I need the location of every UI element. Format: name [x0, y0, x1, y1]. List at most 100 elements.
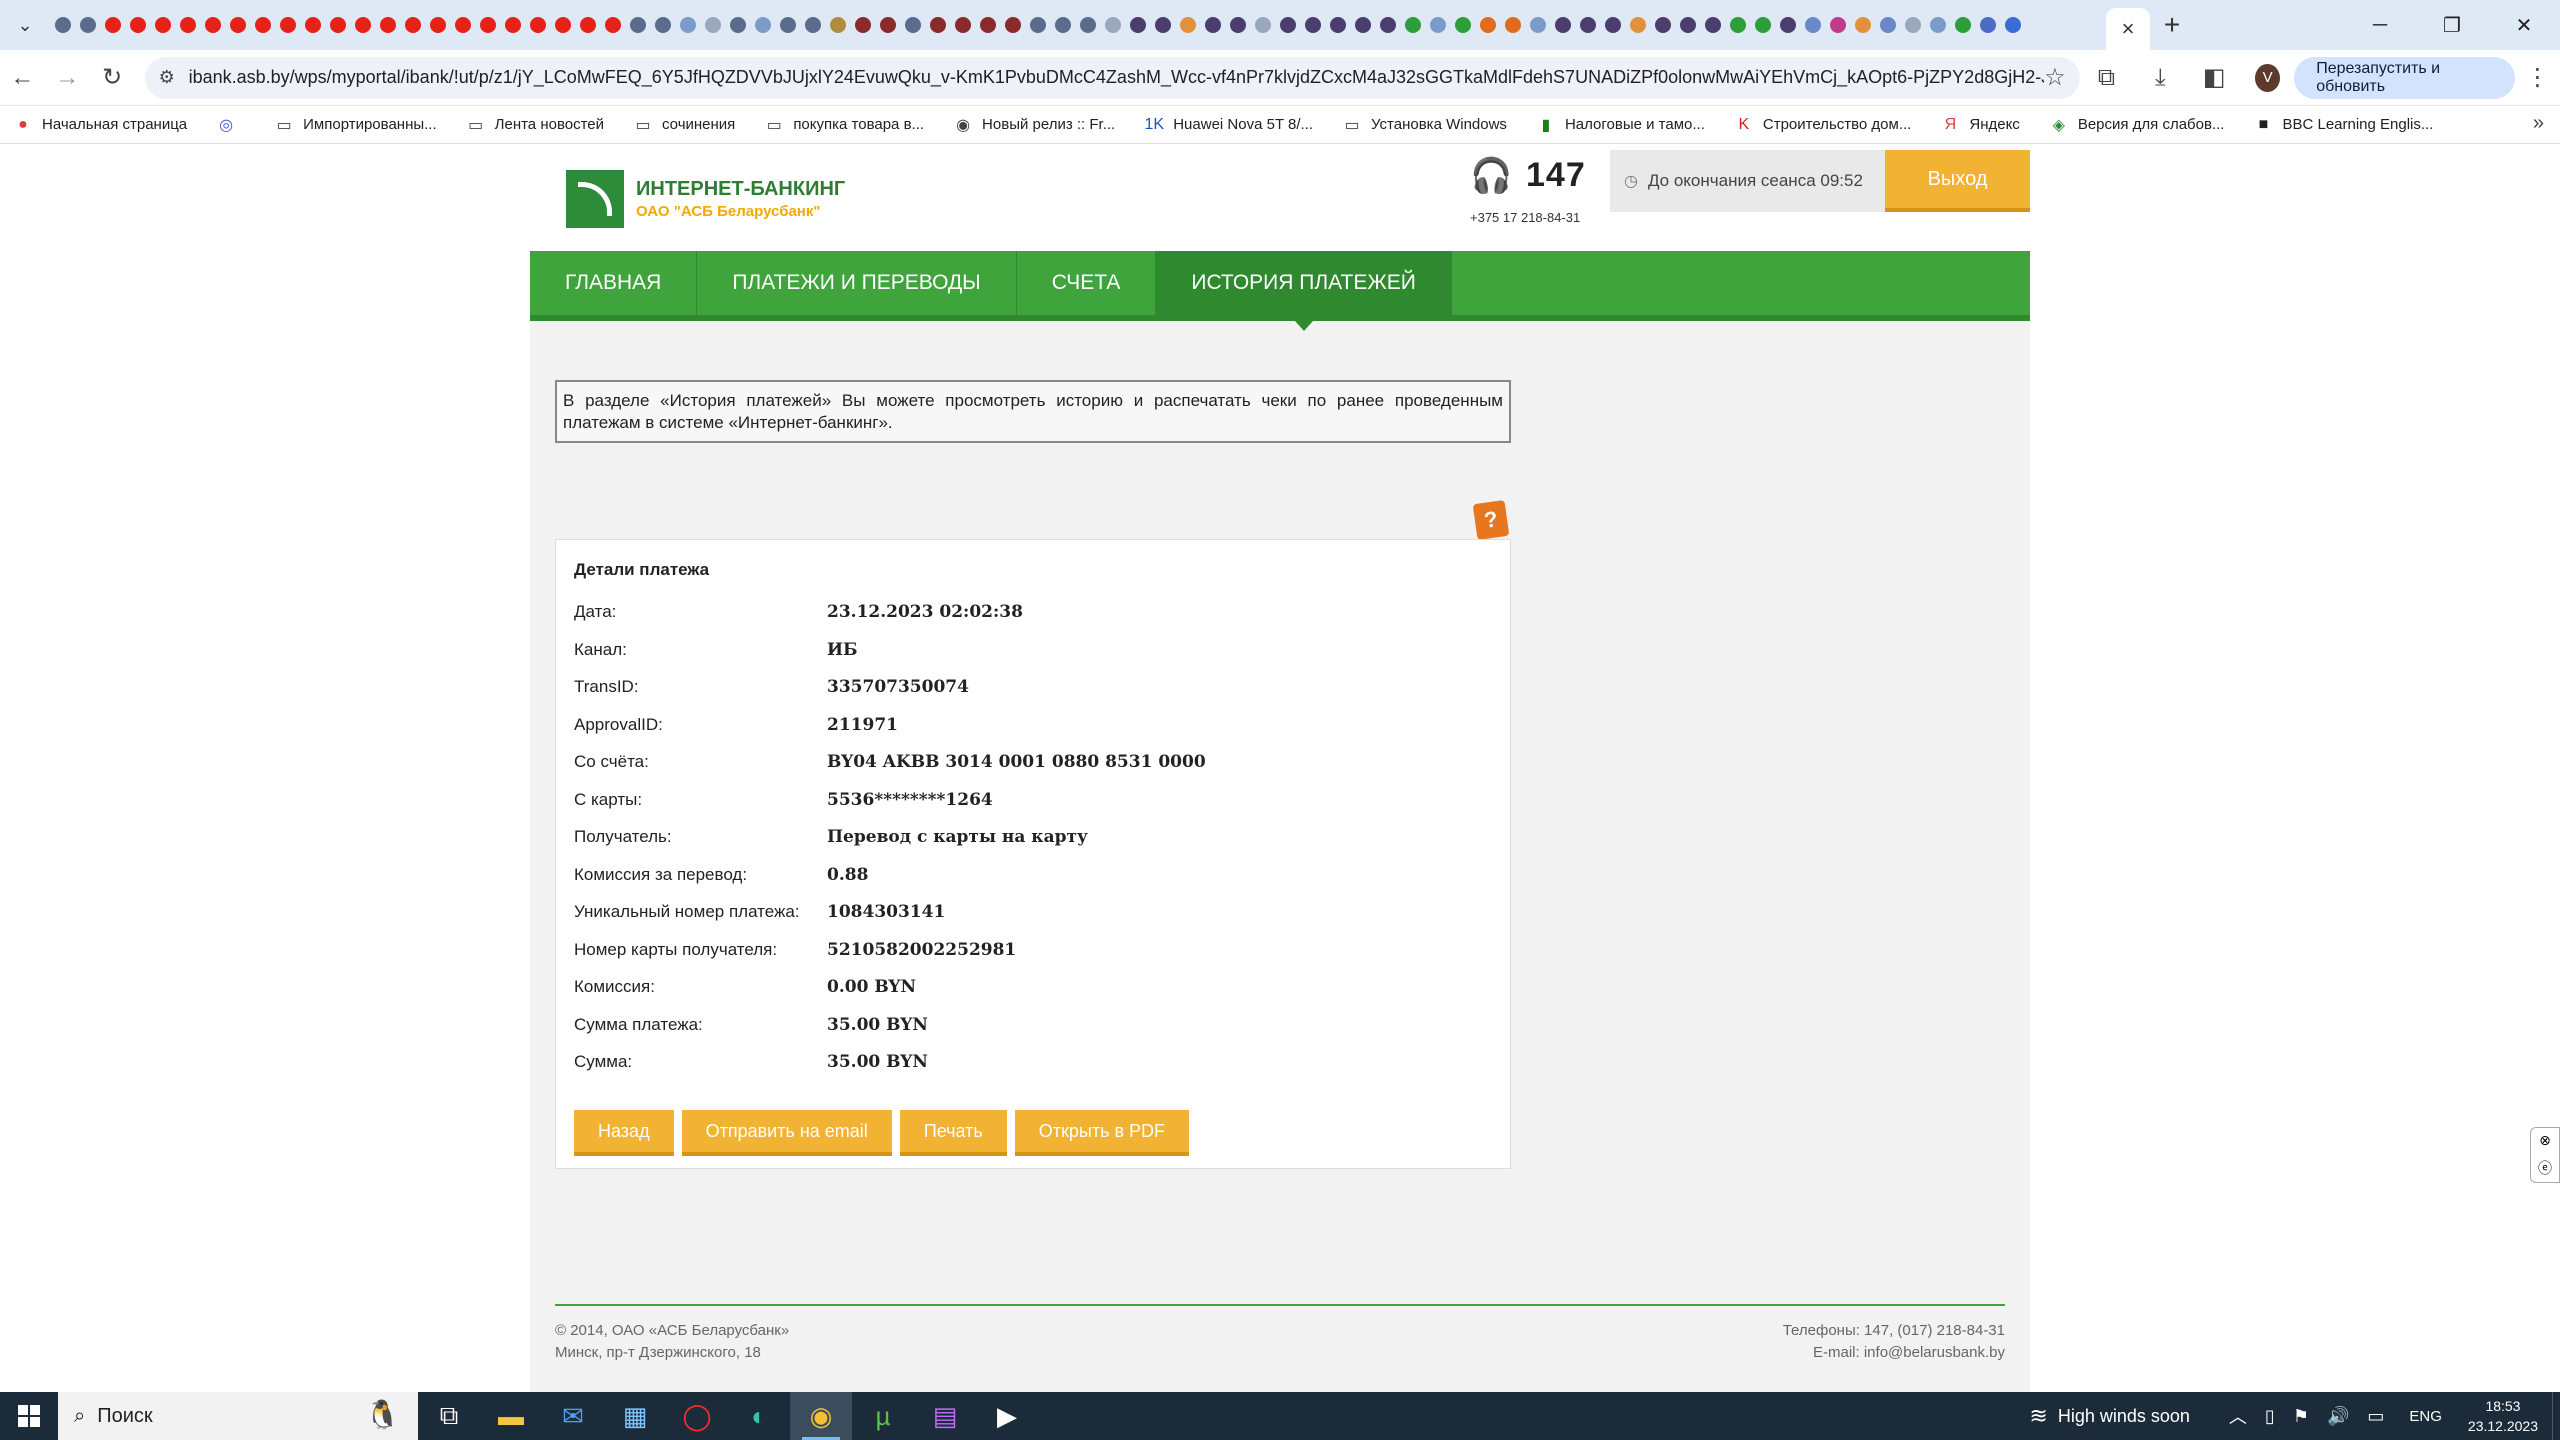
pinned-tab[interactable]	[550, 0, 575, 50]
utorrent-icon[interactable]: µ	[852, 1392, 914, 1440]
more-bookmarks-icon[interactable]: »	[2533, 112, 2544, 135]
pinned-tab[interactable]	[1550, 0, 1575, 50]
pinned-tab[interactable]	[1875, 0, 1900, 50]
pinned-tab[interactable]	[750, 0, 775, 50]
pinned-tab[interactable]	[700, 0, 725, 50]
pinned-tab[interactable]	[1225, 0, 1250, 50]
pinned-tab[interactable]	[1675, 0, 1700, 50]
bookmark-star-icon[interactable]: ☆	[2044, 63, 2066, 92]
mail-icon[interactable]: ✉	[542, 1392, 604, 1440]
bookmark-item[interactable]: ● Начальная страница	[14, 116, 187, 134]
pinned-tab[interactable]	[325, 0, 350, 50]
bookmark-item[interactable]: ▭ покупка товара в...	[765, 116, 924, 134]
tray-chevron-icon[interactable]: ︿	[2229, 1403, 2247, 1429]
back-icon[interactable]: ←	[0, 53, 45, 103]
store-icon[interactable]: ▦	[604, 1392, 666, 1440]
flag-icon[interactable]: ⚑	[2293, 1406, 2309, 1427]
send-email-button[interactable]: Отправить на email	[681, 1110, 892, 1156]
bookmark-item[interactable]: ▭ Лента новостей	[467, 116, 604, 134]
pinned-tab[interactable]	[800, 0, 825, 50]
weather-widget[interactable]: ≋ High winds soon	[2029, 1403, 2190, 1429]
bookmark-item[interactable]: Я Яндекс	[1941, 116, 2020, 134]
footer-email[interactable]: E-mail: info@belarusbank.by	[1783, 1342, 2005, 1364]
pinned-tab[interactable]	[1950, 0, 1975, 50]
pinned-tab[interactable]	[175, 0, 200, 50]
browser-menu-icon[interactable]: ⋮	[2515, 63, 2560, 92]
nav-item-0[interactable]: ГЛАВНАЯ	[530, 251, 698, 315]
language-indicator[interactable]: ENG	[2409, 1408, 2442, 1425]
minimize-icon[interactable]: ─	[2344, 0, 2416, 50]
close-tab-icon[interactable]: ×	[2122, 16, 2135, 42]
restore-icon[interactable]: ❐	[2416, 0, 2488, 50]
chrome-icon[interactable]: ◉	[790, 1392, 852, 1440]
pinned-tab[interactable]	[450, 0, 475, 50]
pinned-tab[interactable]	[150, 0, 175, 50]
bookmark-item[interactable]: ▮ Налоговые и тамо...	[1537, 116, 1705, 134]
relaunch-update-button[interactable]: Перезапустить и обновить	[2294, 56, 2516, 99]
opera-icon[interactable]: ◯	[666, 1392, 728, 1440]
pinned-tab[interactable]	[1125, 0, 1150, 50]
pinned-tab[interactable]	[75, 0, 100, 50]
pinned-tab[interactable]	[1250, 0, 1275, 50]
pinned-tab[interactable]	[825, 0, 850, 50]
pinned-tab[interactable]	[1100, 0, 1125, 50]
pinned-tab[interactable]	[300, 0, 325, 50]
pinned-tab[interactable]	[625, 0, 650, 50]
pinned-tab[interactable]	[250, 0, 275, 50]
open-pdf-button[interactable]: Открыть в PDF	[1014, 1110, 1190, 1156]
pinned-tab[interactable]	[1450, 0, 1475, 50]
pinned-tab[interactable]	[1850, 0, 1875, 50]
bookmark-item[interactable]: ◎	[217, 116, 245, 134]
pinned-tab[interactable]	[100, 0, 125, 50]
pinned-tab[interactable]	[500, 0, 525, 50]
pinned-tab[interactable]	[1925, 0, 1950, 50]
pinned-tab[interactable]	[475, 0, 500, 50]
pinned-tab[interactable]	[950, 0, 975, 50]
pinned-tab[interactable]	[125, 0, 150, 50]
close-circle-icon[interactable]: ⊗	[2539, 1132, 2551, 1149]
pinned-tab[interactable]	[875, 0, 900, 50]
pinned-tab[interactable]	[1400, 0, 1425, 50]
pinned-tab[interactable]	[1350, 0, 1375, 50]
pinned-tab[interactable]	[2000, 0, 2025, 50]
bank-logo[interactable]: ИНТЕРНЕТ-БАНКИНГ ОАО "АСБ Беларусбанк"	[566, 170, 845, 228]
pinned-tab[interactable]	[1625, 0, 1650, 50]
pinned-tab[interactable]	[1800, 0, 1825, 50]
taskbar-search[interactable]: ⌕ Поиск 🐧	[58, 1392, 418, 1440]
back-button[interactable]: Назад	[574, 1110, 674, 1156]
pinned-tab[interactable]	[975, 0, 1000, 50]
bookmark-item[interactable]: ▭ Установка Windows	[1343, 116, 1506, 134]
nav-item-3[interactable]: ИСТОРИЯ ПЛАТЕЖЕЙ	[1156, 251, 1452, 331]
address-bar[interactable]: ⚙ ibank.asb.by/wps/myportal/ibank/!ut/p/…	[144, 56, 2080, 99]
task-view-icon[interactable]: ⧉	[418, 1392, 480, 1440]
bookmark-item[interactable]: 1K Huawei Nova 5T 8/...	[1144, 116, 1313, 134]
pinned-tab[interactable]	[1300, 0, 1325, 50]
forward-icon[interactable]: →	[45, 53, 90, 103]
print-button[interactable]: Печать	[899, 1110, 1007, 1156]
edge-icon[interactable]: ◐	[728, 1392, 790, 1440]
pinned-tab[interactable]	[1700, 0, 1725, 50]
pinned-tab[interactable]	[1025, 0, 1050, 50]
pinned-tab[interactable]	[1575, 0, 1600, 50]
pinned-tab[interactable]	[725, 0, 750, 50]
new-tab-button[interactable]: +	[2150, 9, 2194, 41]
pinned-tab[interactable]	[425, 0, 450, 50]
pinned-tab[interactable]	[1275, 0, 1300, 50]
pinned-tab[interactable]	[1475, 0, 1500, 50]
pinned-tab[interactable]	[1500, 0, 1525, 50]
pinned-tab[interactable]	[775, 0, 800, 50]
download-icon[interactable]: ⤓	[2133, 53, 2187, 103]
pinned-tab[interactable]	[1975, 0, 2000, 50]
url-text[interactable]: ibank.asb.by/wps/myportal/ibank/!ut/p/z1…	[189, 67, 2044, 88]
pinned-tab[interactable]	[1150, 0, 1175, 50]
bookmark-item[interactable]: ▭ Импортированны...	[275, 116, 437, 134]
help-icon[interactable]: ?	[1472, 499, 1510, 541]
volume-icon[interactable]: 🔊	[2327, 1406, 2349, 1427]
pinned-tab[interactable]	[850, 0, 875, 50]
extension-e-icon[interactable]: ⓔ	[2538, 1158, 2552, 1178]
pinned-tab[interactable]	[1825, 0, 1850, 50]
bookmark-item[interactable]: ◈ Версия для слабов...	[2050, 116, 2225, 134]
pinned-tab[interactable]	[600, 0, 625, 50]
pinned-tab[interactable]	[1050, 0, 1075, 50]
side-extension-panel[interactable]: ⊗ ⓔ	[2530, 1127, 2560, 1183]
